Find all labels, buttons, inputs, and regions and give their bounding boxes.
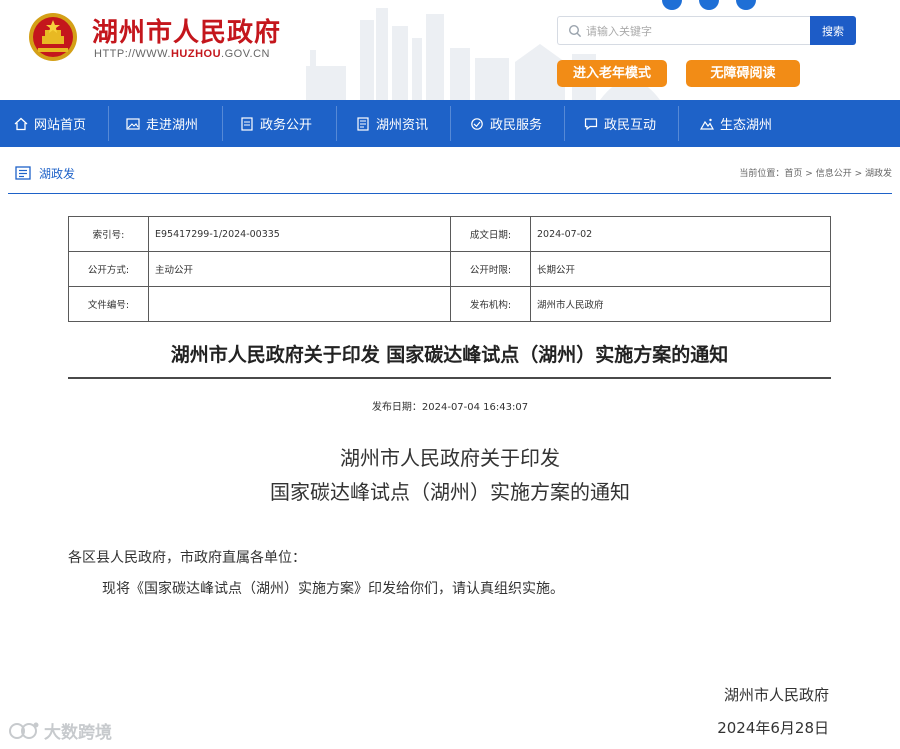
mountain-icon xyxy=(700,118,714,130)
site-header: 湖州市人民政府 HTTP://WWW.HUZHOU.GOV.CN 搜索 进入老年… xyxy=(0,0,900,100)
site-name: 湖州市人民政府 xyxy=(92,18,282,48)
issuer-label: 发布机构: xyxy=(450,286,531,322)
table-row: 索引号: E95417299-1/2024-00335 成文日期: 2024-0… xyxy=(68,216,831,252)
nav-item-home[interactable]: 网站首页 xyxy=(0,100,108,147)
watermark-text: 大数跨境 xyxy=(44,723,112,743)
app-icon[interactable] xyxy=(736,0,756,10)
search-icon xyxy=(568,24,582,38)
list-icon xyxy=(15,166,31,180)
section-bar: 湖政发 当前位置：首页 > 信息公开 > 湖政发 xyxy=(8,154,892,194)
nav-label: 网站首页 xyxy=(34,118,87,133)
doc-no-value xyxy=(148,286,451,322)
home-icon xyxy=(14,117,28,130)
nav-label: 政民服务 xyxy=(490,118,543,133)
nav-item-gov-affairs[interactable]: 政务公开 xyxy=(222,100,336,147)
document-meta-table: 索引号: E95417299-1/2024-00335 成文日期: 2024-0… xyxy=(68,216,831,322)
open-period-value: 长期公开 xyxy=(530,251,831,287)
news-icon xyxy=(357,116,369,131)
open-period-label: 公开时限: xyxy=(450,251,531,287)
picture-icon xyxy=(126,117,140,130)
nav-item-news[interactable]: 湖州资讯 xyxy=(336,100,450,147)
date-value: 2024-07-02 xyxy=(530,216,831,252)
salutation: 各区县人民政府，市政府直属各单位： xyxy=(68,550,306,566)
nav-item-ecology[interactable]: 生态湖州 xyxy=(678,100,796,147)
accessible-reading-button[interactable]: 无障碍阅读 xyxy=(686,60,800,87)
breadcrumb-current[interactable]: 湖政发 xyxy=(865,169,892,179)
watermark: 大数跨境 xyxy=(8,718,112,743)
service-icon xyxy=(471,117,483,130)
nav-label: 政民互动 xyxy=(604,118,657,133)
search-button[interactable]: 搜索 xyxy=(810,16,856,45)
wechat-icon[interactable] xyxy=(699,0,719,10)
open-mode-value: 主动公开 xyxy=(148,251,451,287)
elder-mode-button[interactable]: 进入老年模式 xyxy=(557,60,667,87)
nav-item-service[interactable]: 政民服务 xyxy=(450,100,564,147)
section-title: 湖政发 xyxy=(39,167,76,181)
nav-item-interaction[interactable]: 政民互动 xyxy=(564,100,678,147)
nav-label: 走进湖州 xyxy=(146,118,199,133)
title-divider xyxy=(68,377,831,379)
breadcrumb-home[interactable]: 首页 xyxy=(784,169,802,179)
search-box xyxy=(557,16,813,45)
nav-label: 政务公开 xyxy=(260,118,313,133)
national-emblem-logo xyxy=(29,13,77,61)
nav-label: 生态湖州 xyxy=(720,118,773,133)
breadcrumb-prefix: 当前位置： xyxy=(739,169,785,179)
index-label: 索引号: xyxy=(68,216,149,252)
chat-icon xyxy=(584,117,598,130)
article-heading-line2: 国家碳达峰试点（湖州）实施方案的通知 xyxy=(270,480,630,504)
date-label: 成文日期: xyxy=(450,216,531,252)
weibo-icon[interactable] xyxy=(662,0,682,10)
top-icon-row xyxy=(662,0,756,10)
breadcrumb-info-open[interactable]: 信息公开 xyxy=(816,169,852,179)
breadcrumb-separator: > xyxy=(851,169,865,179)
signer: 湖州市人民政府 xyxy=(723,686,829,704)
article-heading-line1: 湖州市人民政府关于印发 xyxy=(340,446,560,470)
site-url: HTTP://WWW.HUZHOU.GOV.CN xyxy=(94,48,270,60)
search-input[interactable] xyxy=(586,22,806,40)
doc-no-label: 文件编号: xyxy=(68,286,149,322)
breadcrumb-separator: > xyxy=(802,169,816,179)
document-icon xyxy=(241,116,253,131)
main-nav: 网站首页 走进湖州 政务公开 湖州资讯 政民服务 政民互动 生态湖州 xyxy=(0,100,900,147)
nav-item-about[interactable]: 走进湖州 xyxy=(108,100,222,147)
issuer-value: 湖州市人民政府 xyxy=(530,286,831,322)
document-title: 湖州市人民政府关于印发 国家碳达峰试点（湖州）实施方案的通知 xyxy=(170,344,729,366)
index-value: E95417299-1/2024-00335 xyxy=(148,216,451,252)
publish-date: 发布日期：2024-07-04 16:43:07 xyxy=(371,402,529,413)
watermark-logo-icon xyxy=(9,722,39,739)
sign-date: 2024年6月28日 xyxy=(717,719,829,737)
table-row: 文件编号: 发布机构: 湖州市人民政府 xyxy=(68,286,831,322)
breadcrumb: 当前位置：首页 > 信息公开 > 湖政发 xyxy=(739,166,892,179)
table-row: 公开方式: 主动公开 公开时限: 长期公开 xyxy=(68,251,831,287)
body-paragraph: 现将《国家碳达峰试点（湖州）实施方案》印发给你们，请认真组织实施。 xyxy=(102,581,564,597)
open-mode-label: 公开方式: xyxy=(68,251,149,287)
nav-label: 湖州资讯 xyxy=(376,118,429,133)
